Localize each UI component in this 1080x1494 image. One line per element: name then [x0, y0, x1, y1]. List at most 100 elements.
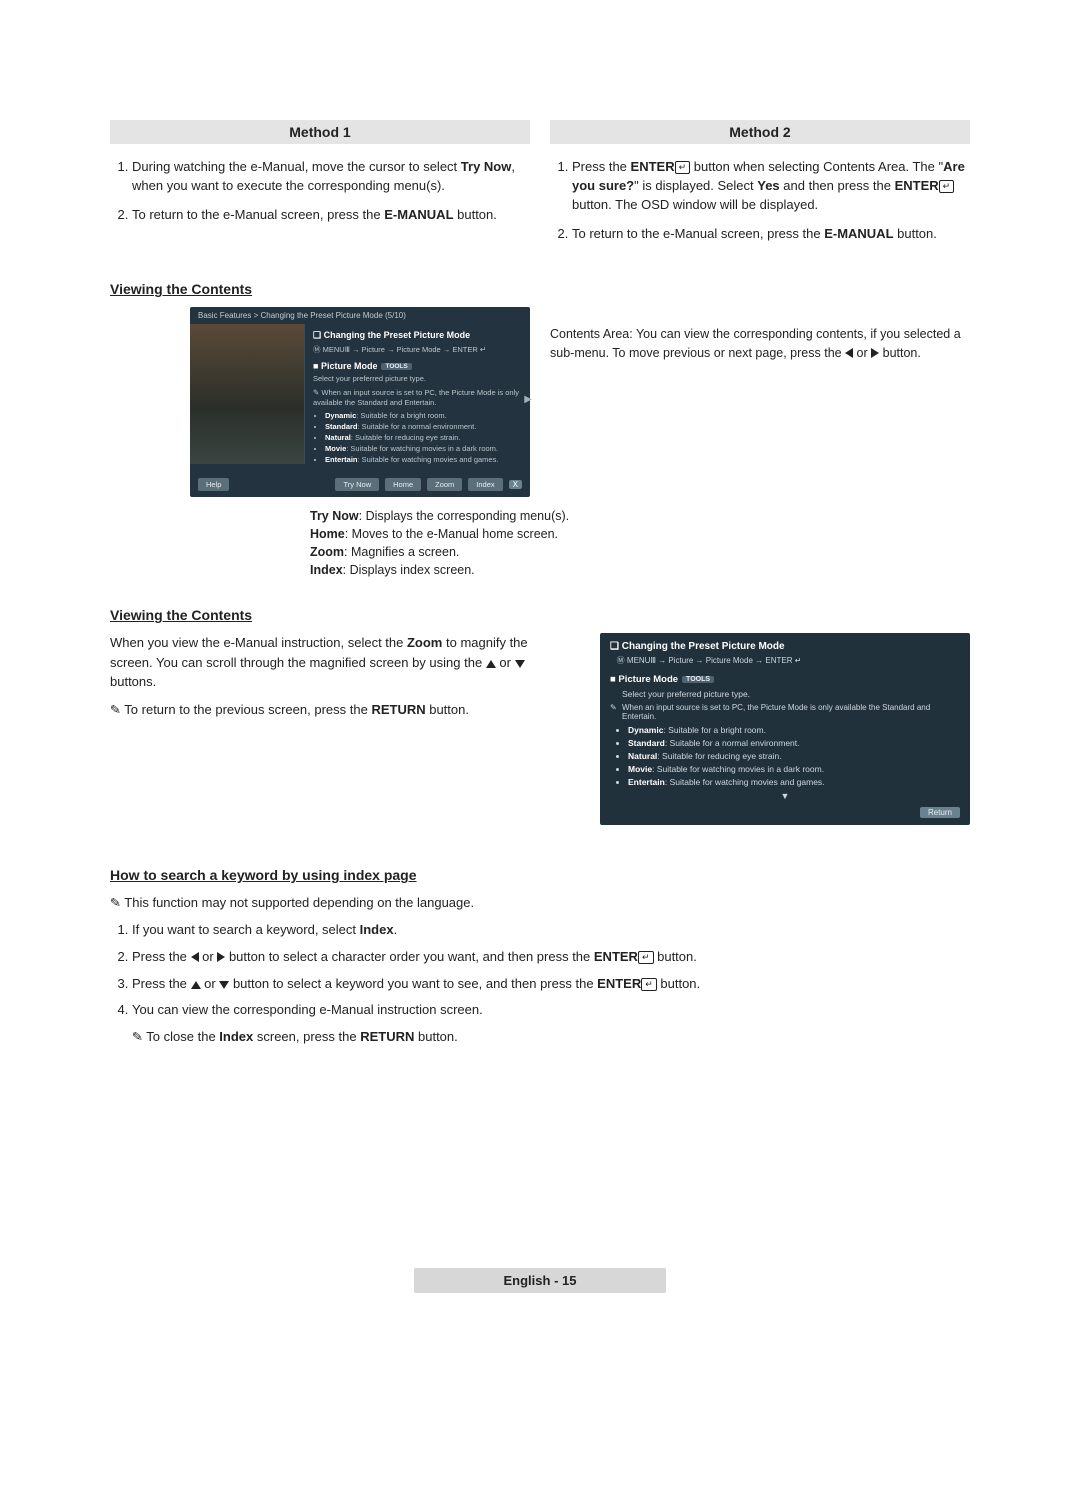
text: and then press the — [780, 178, 895, 193]
try-now-button[interactable]: Try Now — [335, 478, 379, 491]
page-footer: English - 15 — [110, 1268, 970, 1293]
down-arrow-icon — [515, 660, 525, 668]
viewing-contents-heading: Viewing the Contents — [110, 281, 970, 297]
text: During watching the e-Manual, move the c… — [132, 159, 461, 174]
osd-thumbnail-pane — [190, 324, 305, 471]
osd-breadcrumb: Basic Features > Changing the Preset Pic… — [190, 307, 530, 324]
list-item: Natural: Suitable for reducing eye strai… — [325, 433, 522, 442]
text: button. — [426, 702, 469, 717]
method1-list: During watching the e-Manual, move the c… — [110, 158, 530, 225]
footer-language: English — [504, 1273, 551, 1288]
search-step4: You can view the corresponding e-Manual … — [132, 1000, 970, 1021]
text: Changing the Preset Picture Mode — [324, 330, 471, 340]
enter-icon: ↵ — [638, 951, 654, 964]
text: → Picture → Picture Mode → ENTER — [350, 345, 478, 354]
text: Dynamic — [628, 725, 663, 735]
zoom-label: Zoom — [407, 635, 442, 650]
text: button. — [454, 207, 497, 222]
up-arrow-icon — [486, 660, 496, 668]
text: : Suitable for reducing eye strain. — [351, 433, 461, 442]
text: button. — [879, 346, 921, 360]
list-item: Dynamic: Suitable for a bright room. — [628, 725, 960, 735]
try-now-label: Try Now — [310, 509, 359, 523]
osd-menu-path: Ⓜ MENUⅢ → Picture → Picture Mode → ENTER… — [313, 344, 522, 355]
close-index-note: ✎ To close the Index screen, press the R… — [132, 1027, 970, 1048]
note-icon: ✎ — [109, 893, 122, 915]
method1-step2: To return to the e-Manual screen, press … — [132, 206, 530, 225]
text: or — [201, 976, 220, 991]
text: Entertain — [628, 777, 665, 787]
enter-label: ENTER — [631, 159, 675, 174]
text: To return to the e-Manual screen, press … — [132, 207, 384, 222]
text: Press the — [572, 159, 631, 174]
text: : Displays the corresponding menu(s). — [359, 509, 570, 523]
return-note: ✎ To return to the previous screen, pres… — [110, 700, 570, 720]
text: : Moves to the e-Manual home screen. — [345, 527, 558, 541]
list-item: Standard: Suitable for a normal environm… — [628, 738, 960, 748]
left-arrow-icon — [191, 952, 199, 962]
enter-icon: ↵ — [641, 978, 657, 991]
text: If you want to search a keyword, select — [132, 922, 360, 937]
home-button[interactable]: Home — [385, 478, 421, 491]
text: button. — [654, 949, 697, 964]
text: : Suitable for watching movies in a dark… — [652, 764, 824, 774]
text: : Suitable for a normal environment. — [665, 738, 800, 748]
text: → Picture → Picture Mode → ENTER — [656, 656, 792, 665]
text: : Suitable for reducing eye strain. — [657, 751, 781, 761]
text: button when selecting Contents Area. The… — [690, 159, 943, 174]
list-item: Natural: Suitable for reducing eye strai… — [628, 751, 960, 761]
help-button[interactable]: Help — [198, 478, 229, 491]
try-now-label: Try Now — [461, 159, 512, 174]
home-label: Home — [310, 527, 345, 541]
method2-step2: To return to the e-Manual screen, press … — [572, 225, 970, 244]
index-label: Index — [310, 563, 343, 577]
zoom-note: When an input source is set to PC, the P… — [610, 703, 960, 721]
return-button[interactable]: Return — [920, 807, 960, 818]
text: : Magnifies a screen. — [344, 545, 459, 559]
text: or — [199, 949, 218, 964]
text: " is displayed. Select — [634, 178, 757, 193]
enter-label: ENTER — [594, 949, 638, 964]
enter-icon: ↵ — [795, 656, 802, 665]
callout-area: Contents Area: You can view the correspo… — [550, 307, 970, 361]
method1-header: Method 1 — [110, 120, 530, 144]
text: button. — [414, 1029, 457, 1044]
close-button[interactable]: X — [509, 480, 522, 489]
text: MENU — [627, 656, 651, 665]
osd-select-text: Select your preferred picture type. — [313, 374, 522, 384]
methods-row: Method 1 During watching the e-Manual, m… — [110, 120, 970, 253]
text: . — [394, 922, 398, 937]
osd-bottom-bar: Help Try Now Home Zoom Index X — [190, 472, 530, 491]
left-arrow-icon — [845, 348, 853, 358]
viewing-contents-heading-2: Viewing the Contents — [110, 607, 970, 623]
method2-header: Method 2 — [550, 120, 970, 144]
text: Picture Mode — [321, 361, 378, 371]
text: To return to the previous screen, press … — [124, 702, 371, 717]
osd-screenshot: Basic Features > Changing the Preset Pic… — [190, 307, 530, 496]
up-arrow-icon — [191, 981, 201, 989]
text: or — [853, 346, 871, 360]
page-next-icon[interactable]: ▶ — [524, 394, 532, 405]
button-legend: Try Now: Displays the corresponding menu… — [310, 507, 970, 580]
filled-square-icon: ■ — [313, 361, 318, 371]
text: Standard — [325, 422, 358, 431]
tools-badge: TOOLS — [381, 363, 411, 370]
index-button[interactable]: Index — [468, 478, 502, 491]
emanual-label: E-MANUAL — [384, 207, 453, 222]
text: This function may not supported dependin… — [124, 895, 474, 910]
text: Natural — [628, 751, 657, 761]
zoom-button[interactable]: Zoom — [427, 478, 462, 491]
text: buttons. — [110, 674, 156, 689]
text: Movie — [628, 764, 652, 774]
text: Movie — [325, 444, 346, 453]
list-item: Movie: Suitable for watching movies in a… — [628, 764, 960, 774]
scroll-down-icon[interactable]: ▼ — [610, 791, 960, 801]
search-step1: If you want to search a keyword, select … — [132, 920, 970, 941]
search-step3: Press the or button to select a keyword … — [132, 974, 970, 995]
text: When an input source is set to PC, the P… — [313, 388, 519, 407]
text: screen, press the — [253, 1029, 360, 1044]
enter-icon: ↵ — [675, 161, 691, 174]
method2-list: Press the ENTER↵ button when selecting C… — [550, 158, 970, 243]
yes-label: Yes — [757, 178, 779, 193]
text: To close the — [146, 1029, 219, 1044]
